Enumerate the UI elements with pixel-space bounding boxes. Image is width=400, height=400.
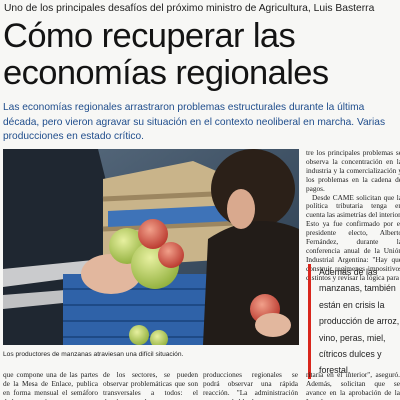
- headline-line-2: economías regionales: [3, 54, 329, 92]
- body-column-4: ritaria en el interior", aseguró. Además…: [306, 371, 400, 400]
- body-column-3: producciones regionales se podrá observa…: [203, 371, 298, 400]
- article-kicker: Uno de los principales desafíos del próx…: [4, 3, 375, 14]
- article-lede: Las economías regionales arrastraron pro…: [3, 102, 386, 142]
- pull-quote: Además de las manzanas, también están en…: [308, 264, 400, 379]
- body-column-1: que compone una de las partes de la Mesa…: [3, 371, 98, 400]
- apple-producer-photo-illustration: [3, 149, 299, 345]
- body-column-2: de los sectores, se pueden observar prob…: [103, 371, 198, 400]
- right-column-paragraph-1: tre los principales problemas se observa…: [306, 148, 400, 193]
- right-column-text: tre los principales problemas se observa…: [306, 148, 400, 283]
- photo-caption: Los productores de manzanas atraviesan u…: [3, 351, 184, 358]
- article-headline: Cómo recuperar las economías regionales: [3, 18, 399, 92]
- headline-line-1: Cómo recuperar las: [3, 17, 296, 55]
- article-photo: [3, 149, 299, 345]
